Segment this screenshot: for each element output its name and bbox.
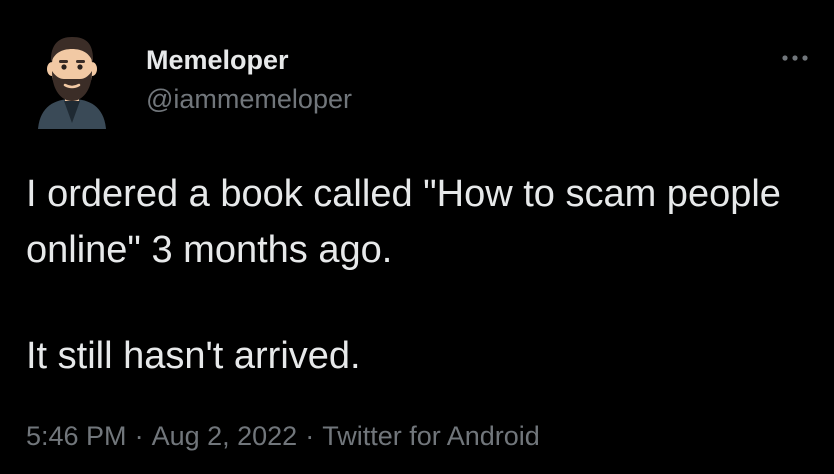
tweet-paragraph: I ordered a book called "How to scam peo… — [26, 173, 781, 271]
tweet-text: I ordered a book called "How to scam peo… — [26, 166, 816, 384]
meta-separator: · — [134, 421, 144, 451]
tweet-metadata: 5:46 PM · Aug 2, 2022 · Twitter for Android — [26, 418, 540, 454]
author-avatar[interactable] — [34, 33, 110, 129]
tweet-paragraph: It still hasn't arrived. — [26, 335, 361, 377]
meta-separator: · — [305, 421, 315, 451]
tweet-time-link[interactable]: 5:46 PM — [26, 421, 127, 451]
author-display-name[interactable]: Memeloper — [146, 44, 289, 76]
tweet-card: Memeloper @iammemeloper I ordered a book… — [0, 0, 834, 474]
author-handle[interactable]: @iammemeloper — [146, 83, 352, 115]
tweet-date-link[interactable]: Aug 2, 2022 — [152, 421, 298, 451]
tweet-source-link[interactable]: Twitter for Android — [322, 421, 540, 451]
more-options-icon — [782, 55, 808, 61]
bearded-man-avatar-icon — [38, 37, 106, 129]
more-options-button[interactable] — [776, 46, 816, 70]
